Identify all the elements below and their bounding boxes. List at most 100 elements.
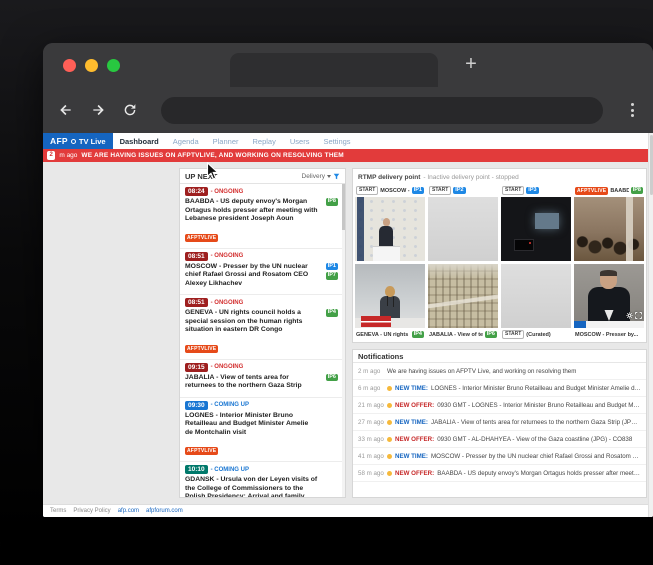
time-badge: 09:30 bbox=[185, 401, 208, 410]
notification-text: MOSCOW - Presser by the UN nuclear chief… bbox=[431, 453, 641, 460]
start-button[interactable]: START bbox=[502, 186, 524, 195]
start-button[interactable]: START bbox=[356, 186, 378, 195]
notification-text: BAABDA - US deputy envoy's Morgan Ortagu… bbox=[437, 470, 641, 477]
afptvlive-tag: AFPTVLIVE bbox=[185, 234, 218, 242]
delivery-point-cell: GENEVA - UN rights co... IP4 bbox=[355, 264, 425, 340]
ip-badge: IP1 bbox=[412, 187, 424, 195]
page-scrollbar[interactable] bbox=[648, 133, 653, 517]
start-button[interactable]: START bbox=[502, 330, 524, 339]
new-tab-button[interactable]: + bbox=[458, 51, 484, 77]
notification-prefix: NEW TIME: bbox=[395, 453, 428, 460]
alert-count-badge: 2 bbox=[47, 151, 55, 160]
nav-item-replay[interactable]: Replay bbox=[246, 133, 283, 149]
notification-text: JABALIA - View of tents area for returne… bbox=[431, 419, 641, 426]
video-grid: START MOSCOW - Presser by t... IP1 START bbox=[355, 185, 644, 340]
browser-toolbar bbox=[43, 87, 653, 133]
filter-icon bbox=[333, 173, 340, 180]
notification-item[interactable]: 27 m ago NEW TIME: JABALIA - View of ten… bbox=[353, 414, 646, 431]
browser-menu-button[interactable] bbox=[625, 103, 639, 117]
scrollbar-thumb[interactable] bbox=[342, 184, 345, 230]
notification-prefix: NEW TIME: bbox=[395, 419, 428, 426]
globe-dot-icon bbox=[71, 139, 76, 144]
browser-window: + AFP TV Live bbox=[43, 43, 653, 517]
reload-button[interactable] bbox=[121, 101, 139, 119]
delivery-filter-label: Delivery bbox=[302, 173, 325, 180]
schedule-item[interactable]: 08:24- ONGOING BAABDA - US deputy envoy'… bbox=[180, 184, 342, 249]
notification-time: 21 m ago bbox=[358, 402, 384, 409]
notification-text: 0930 GMT - LOGNES - Interior Minister Br… bbox=[437, 402, 641, 409]
video-thumbnail[interactable] bbox=[428, 264, 498, 328]
notification-text: We are having issues on AFPTV Live, and … bbox=[387, 368, 576, 375]
feed-label: (Curated) bbox=[526, 332, 570, 338]
delivery-badge: IP6 bbox=[326, 374, 338, 382]
notification-item[interactable]: 41 m ago NEW TIME: MOSCOW - Presser by t… bbox=[353, 448, 646, 465]
schedule-item[interactable]: 09:30- COMING UP LOGNES - Interior Minis… bbox=[180, 398, 342, 463]
video-thumbnail[interactable] bbox=[574, 264, 644, 328]
video-thumbnail[interactable] bbox=[355, 197, 425, 261]
chevron-down-icon bbox=[327, 175, 331, 178]
notification-prefix: NEW OFFER: bbox=[395, 470, 434, 477]
close-button[interactable] bbox=[63, 59, 76, 72]
browser-tab[interactable] bbox=[230, 53, 438, 87]
schedule-item[interactable]: 08:51- ONGOING MOSCOW - Presser by the U… bbox=[180, 249, 342, 296]
delivery-badge: IP4 bbox=[326, 309, 338, 317]
fullscreen-icon[interactable] bbox=[635, 312, 642, 319]
notification-item[interactable]: 6 m ago NEW TIME: LOGNES - Interior Mini… bbox=[353, 380, 646, 397]
settings-icon[interactable] bbox=[626, 312, 633, 319]
nav-item-settings[interactable]: Settings bbox=[316, 133, 357, 149]
nav-item-agenda[interactable]: Agenda bbox=[166, 133, 206, 149]
delivery-point-cell: AFPTVLIVE BAABDA - US deputy e... IP8 bbox=[574, 185, 644, 261]
reload-icon bbox=[122, 102, 138, 118]
video-thumbnail[interactable] bbox=[428, 197, 498, 261]
list-scrollbar[interactable] bbox=[342, 184, 345, 497]
footer-link-terms[interactable]: Terms bbox=[50, 508, 66, 514]
status-label: - ONGOING bbox=[211, 300, 244, 306]
time-badge: 08:24 bbox=[185, 187, 208, 196]
footer-link-privacy[interactable]: Privacy Policy bbox=[73, 508, 110, 514]
rtmp-header: RTMP delivery point - Inactive delivery … bbox=[355, 171, 644, 184]
item-title: JABALIA - View of tents area for returne… bbox=[185, 374, 318, 391]
app-navbar: AFP TV Live Dashboard Agenda Planner Rep… bbox=[43, 133, 653, 149]
time-badge: 08:51 bbox=[185, 298, 208, 307]
footer-link-afpforum[interactable]: afpforum.com bbox=[146, 508, 183, 514]
minimize-button[interactable] bbox=[85, 59, 98, 72]
nav-item-users[interactable]: Users bbox=[283, 133, 317, 149]
feed-label: BAABDA - US deputy e... bbox=[610, 188, 628, 194]
feed-label: MOSCOW - Presser by... bbox=[575, 332, 643, 338]
video-thumbnail[interactable] bbox=[355, 264, 425, 328]
maximize-button[interactable] bbox=[107, 59, 120, 72]
nav-item-planner[interactable]: Planner bbox=[206, 133, 246, 149]
afp-tvlive-logo[interactable]: AFP TV Live bbox=[43, 133, 113, 149]
notification-time: 58 m ago bbox=[358, 470, 384, 477]
video-thumbnail[interactable] bbox=[501, 197, 571, 261]
start-button[interactable]: START bbox=[429, 186, 451, 195]
back-button[interactable] bbox=[57, 101, 75, 119]
alert-dot-icon bbox=[387, 420, 392, 425]
alert-time-label: m ago bbox=[59, 152, 77, 159]
schedule-item[interactable]: 10:10- COMING UP GDANSK - Ursula von der… bbox=[180, 462, 342, 497]
forward-button[interactable] bbox=[89, 101, 107, 119]
item-title: GENEVA - UN rights council holds a speci… bbox=[185, 309, 318, 335]
footer-link-afp[interactable]: afp.com bbox=[118, 508, 139, 514]
web-page: AFP TV Live Dashboard Agenda Planner Rep… bbox=[43, 133, 653, 517]
notification-time: 2 m ago bbox=[358, 368, 384, 375]
notification-item[interactable]: 2 m ago We are having issues on AFPTV Li… bbox=[353, 363, 646, 380]
ip-badge: IP3 bbox=[526, 187, 538, 195]
notification-item[interactable]: 33 m ago NEW OFFER: 0930 GMT - AL-DHAHYE… bbox=[353, 431, 646, 448]
rtmp-status: - Inactive delivery point - stopped bbox=[423, 174, 518, 181]
nav-item-dashboard[interactable]: Dashboard bbox=[113, 133, 166, 149]
notification-item[interactable]: 21 m ago NEW OFFER: 0930 GMT - LOGNES - … bbox=[353, 397, 646, 414]
notification-prefix: NEW TIME: bbox=[395, 385, 428, 392]
alert-dot-icon bbox=[387, 386, 392, 391]
video-thumbnail[interactable] bbox=[501, 264, 571, 328]
schedule-item[interactable]: 09:15- ONGOING JABALIA - View of tents a… bbox=[180, 360, 342, 398]
notification-item[interactable]: 58 m ago NEW OFFER: BAABDA - US deputy e… bbox=[353, 465, 646, 482]
rtmp-title: RTMP delivery point bbox=[358, 174, 420, 181]
delivery-filter[interactable]: Delivery bbox=[302, 173, 340, 180]
status-label: - ONGOING bbox=[211, 364, 244, 370]
video-thumbnail[interactable] bbox=[574, 197, 644, 261]
schedule-item[interactable]: 08:51- ONGOING GENEVA - UN rights counci… bbox=[180, 295, 342, 360]
mouse-cursor bbox=[206, 162, 219, 181]
delivery-badge: IP8 bbox=[326, 198, 338, 206]
address-bar[interactable] bbox=[161, 97, 603, 124]
